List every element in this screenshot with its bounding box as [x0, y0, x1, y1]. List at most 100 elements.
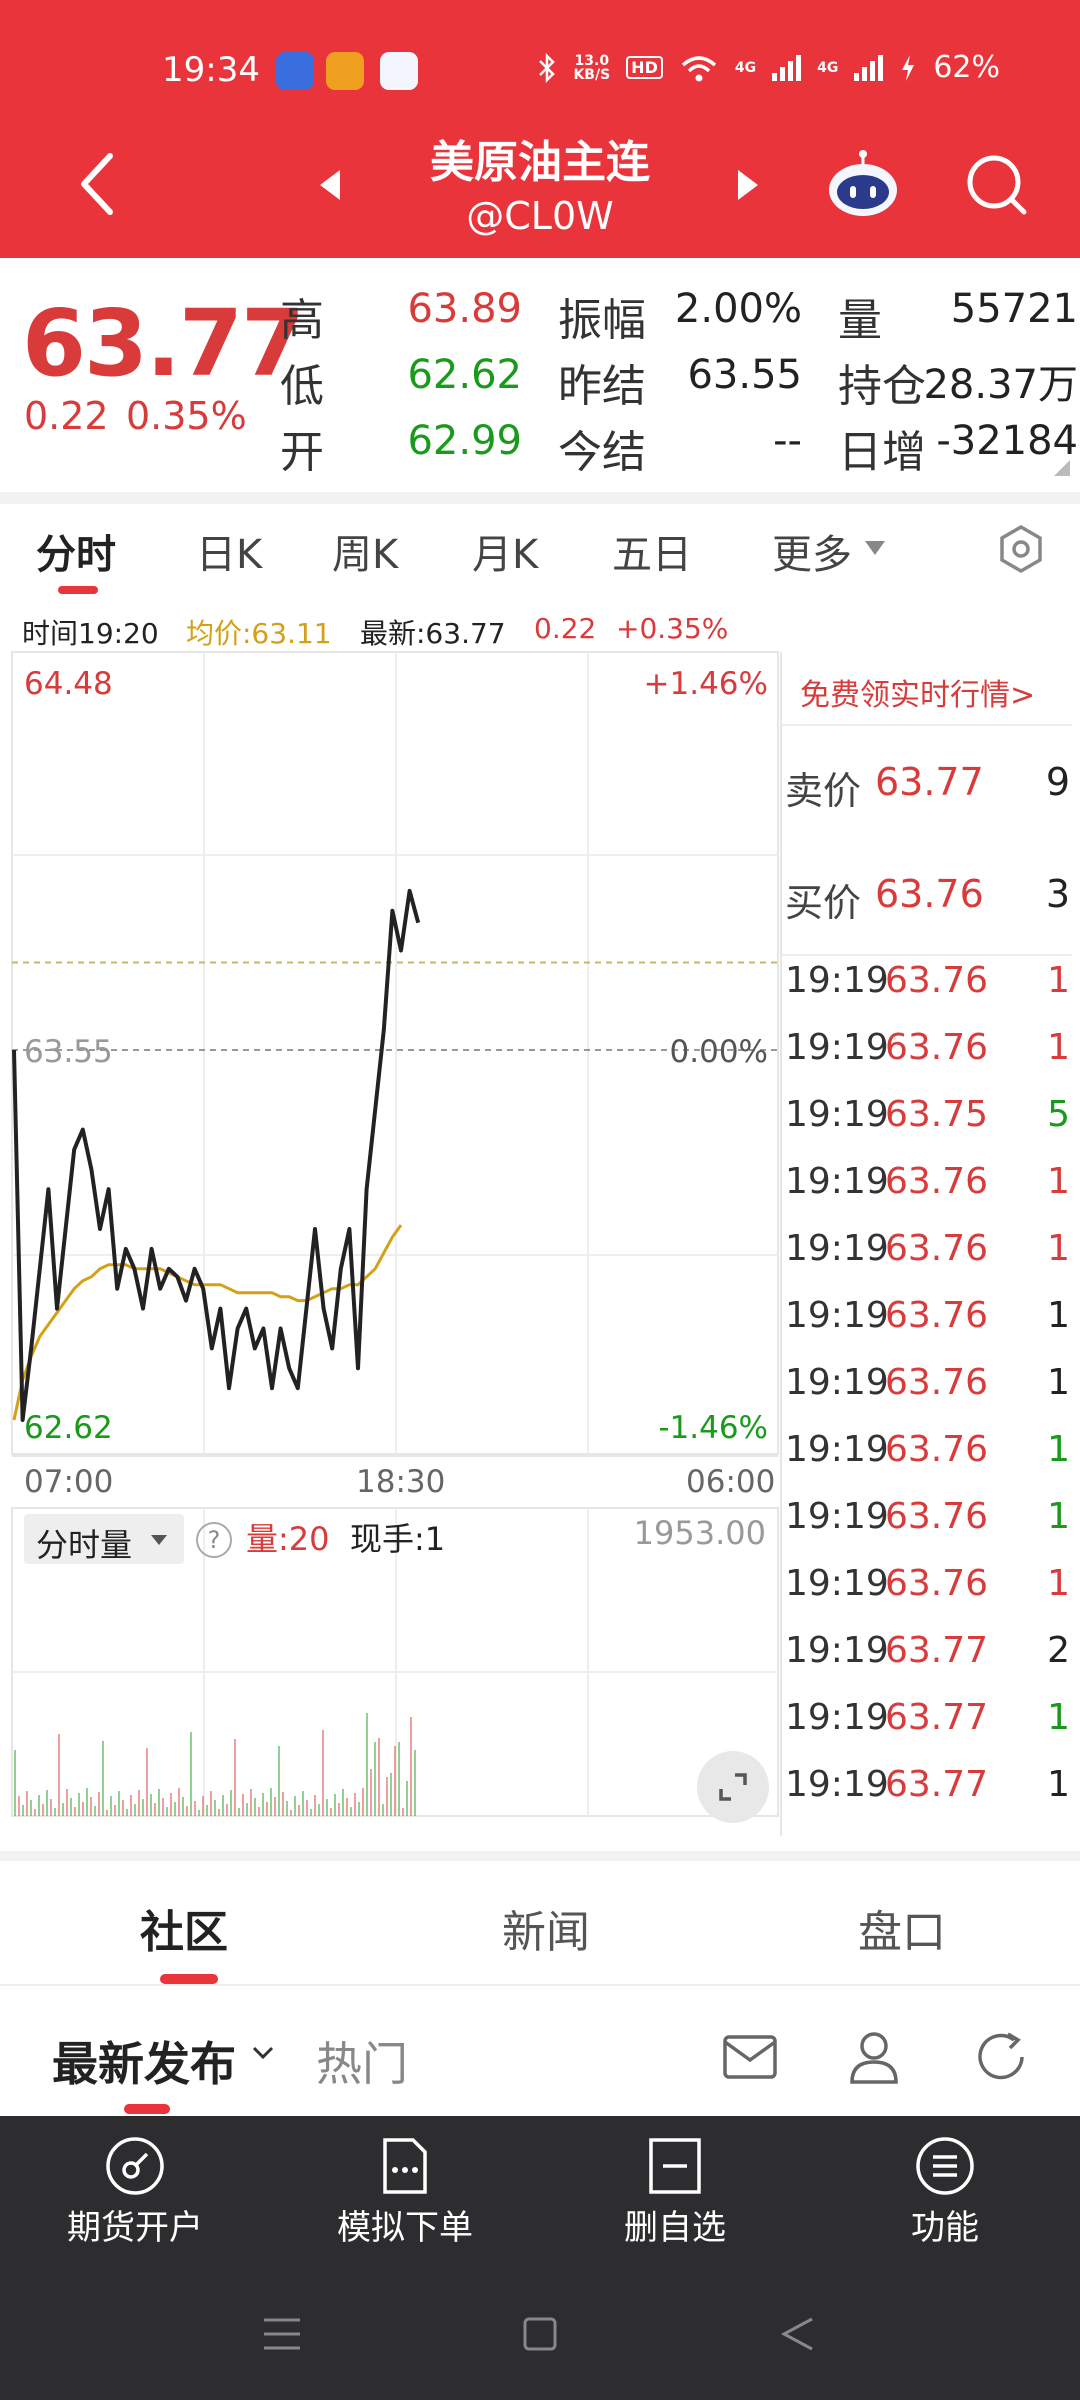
info-change-pct: +0.35%: [616, 612, 729, 645]
volume-bar: [50, 1799, 52, 1816]
volume-bar: [42, 1804, 44, 1816]
robot-assistant-icon[interactable]: [826, 150, 900, 220]
open-account-button[interactable]: 期货开户: [0, 2116, 270, 2276]
trade-price: 63.76: [885, 960, 989, 1001]
pct-label-mid: 0.00%: [669, 1034, 768, 1070]
sub-tab-hot[interactable]: 热门: [316, 2028, 408, 2094]
refresh-icon[interactable]: [974, 2030, 1030, 2084]
volume-bar: [106, 1810, 108, 1816]
status-right: 13.0 KB/S HD 4G 4G 62%: [537, 50, 1000, 85]
trade-time: 19:19: [785, 1027, 889, 1068]
intraday-chart[interactable]: [0, 650, 780, 1830]
tab-daily-k[interactable]: 日K: [196, 522, 262, 580]
volume-bar: [306, 1800, 308, 1816]
volume-bar: [286, 1801, 288, 1816]
volume-bar: [174, 1802, 176, 1816]
volume-bar: [282, 1792, 284, 1816]
volume-bar: [94, 1806, 96, 1816]
help-icon[interactable]: ?: [196, 1522, 232, 1558]
sub-tab-latest[interactable]: 最新发布: [52, 2028, 236, 2094]
sub-row-divider: [0, 1984, 1080, 1986]
volume-bar: [262, 1793, 264, 1816]
trade-qty: 1: [1047, 1563, 1070, 1604]
volume-bar: [210, 1791, 212, 1816]
trade-qty: 1: [1047, 1161, 1070, 1202]
tab-monthly-k[interactable]: 月K: [472, 522, 538, 580]
simulated-order-button[interactable]: 模拟下单: [270, 2116, 540, 2276]
volume-bar: [62, 1803, 64, 1816]
signal-icon-2: [854, 54, 884, 81]
tab-news[interactable]: 新闻: [502, 1896, 590, 1960]
trade-time: 19:19: [785, 1161, 889, 1202]
volume-bar: [22, 1805, 24, 1816]
remove-watchlist-button[interactable]: 删自选: [540, 2116, 810, 2276]
volume-bar: [314, 1795, 316, 1816]
tab-five-day[interactable]: 五日: [612, 522, 692, 580]
volume-bar: [350, 1807, 352, 1816]
y-label-top: 64.48: [24, 666, 113, 702]
trade-row: 19:19 63.76 1: [785, 1228, 1070, 1278]
volume-bar: [398, 1742, 400, 1816]
volume-bar: [378, 1738, 380, 1816]
stat-value-open: 62.99: [407, 418, 522, 464]
volume-bar: [150, 1794, 152, 1816]
trade-row: 19:19 63.76 1: [785, 1496, 1070, 1546]
info-change: 0.22: [534, 612, 597, 645]
trade-price: 63.76: [885, 1228, 989, 1269]
volume-value: 量:20: [246, 1520, 330, 1558]
mail-icon[interactable]: [722, 2034, 778, 2080]
nav-back-icon[interactable]: [780, 2316, 816, 2352]
tab-order-book[interactable]: 盘口: [858, 1896, 946, 1960]
stat-label-daily-change: 日增: [838, 427, 926, 478]
latest-underline: [124, 2104, 170, 2114]
contract-code: @CL0W: [466, 194, 614, 238]
tab-weekly-k[interactable]: 周K: [332, 522, 398, 580]
fullscreen-button[interactable]: [697, 1751, 769, 1823]
info-avg-price: 均价:63.11: [186, 617, 332, 650]
next-contract-icon[interactable]: [736, 168, 760, 202]
trade-row: 19:19 63.77 2: [785, 1630, 1070, 1680]
trade-time: 19:19: [785, 1429, 889, 1470]
trade-price: 63.76: [885, 1429, 989, 1470]
community-underline: [160, 1974, 218, 1984]
settings-hex-icon[interactable]: [996, 524, 1046, 574]
price-change: 0.22: [24, 394, 109, 438]
volume-bar: [18, 1796, 20, 1816]
trade-row: 19:19 63.76 1: [785, 1429, 1070, 1479]
free-realtime-link[interactable]: 免费领实时行情>: [800, 670, 1035, 714]
section-divider: [0, 492, 1080, 504]
functions-button[interactable]: 功能: [810, 2116, 1080, 2276]
trade-price: 63.76: [885, 1496, 989, 1537]
search-icon[interactable]: [964, 152, 1030, 218]
current-hand: 现手:1: [350, 1520, 446, 1558]
volume-bar: [242, 1794, 244, 1816]
volume-bar: [382, 1804, 384, 1816]
tab-intraday[interactable]: 分时: [36, 522, 116, 580]
volume-bar: [190, 1732, 192, 1816]
expand-icon: [719, 1773, 747, 1801]
nav-home-icon[interactable]: [522, 2316, 558, 2352]
trade-qty: 1: [1047, 1697, 1070, 1738]
panel-divider: [782, 724, 1072, 726]
tab-more[interactable]: 更多: [772, 522, 852, 580]
functions-label: 功能: [911, 2208, 979, 2248]
hd-badge: HD: [626, 56, 663, 79]
volume-bar: [374, 1742, 376, 1816]
volume-bar: [230, 1790, 232, 1816]
tab-community[interactable]: 社区: [140, 1896, 228, 1960]
trade-row: 19:19 63.76 1: [785, 960, 1070, 1010]
bottom-action-bar: 期货开户 模拟下单 删自选 功能: [0, 2116, 1080, 2400]
trade-row: 19:19 63.77 1: [785, 1764, 1070, 1814]
volume-bar: [30, 1800, 32, 1816]
volume-bar: [126, 1809, 128, 1816]
volume-bar: [218, 1809, 220, 1816]
user-icon[interactable]: [848, 2030, 900, 2084]
trade-row: 19:19 63.76 1: [785, 1161, 1070, 1211]
stat-label-open: 开: [280, 427, 324, 478]
volume-bar: [302, 1791, 304, 1816]
trade-qty: 1: [1047, 1362, 1070, 1403]
nav-menu-icon[interactable]: [262, 2316, 302, 2352]
trade-qty: 1: [1047, 1764, 1070, 1805]
volume-bar: [206, 1805, 208, 1816]
stat-value-amplitude: 2.00%: [674, 286, 802, 332]
